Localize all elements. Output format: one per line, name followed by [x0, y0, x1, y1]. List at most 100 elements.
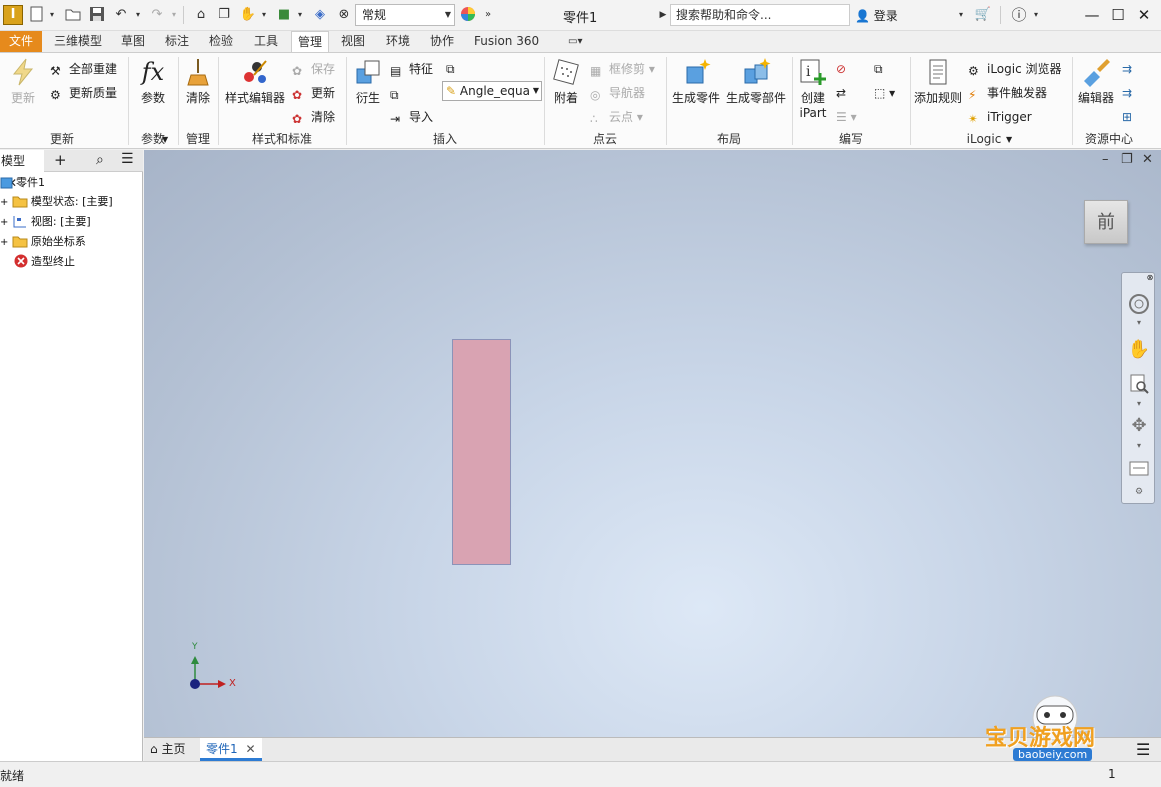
- appearance-icon[interactable]: ◈: [310, 6, 330, 24]
- insert-feature-button[interactable]: ▤ 特征: [390, 60, 433, 78]
- select-icon[interactable]: ✋: [238, 6, 258, 24]
- open-folder-icon[interactable]: [64, 6, 82, 24]
- browser-tab-model[interactable]: 模型 ✕: [0, 150, 44, 190]
- tab-view[interactable]: 视图: [335, 31, 371, 52]
- tab-annotate[interactable]: 标注: [159, 31, 195, 52]
- content-table-icon[interactable]: ⊞: [1122, 108, 1132, 126]
- chevron-down-icon[interactable]: ▾: [1127, 318, 1151, 328]
- app-logo[interactable]: I: [3, 5, 23, 25]
- viewport-minimize-icon[interactable]: –: [1102, 152, 1109, 167]
- unshare-icon[interactable]: ⊘: [836, 60, 846, 78]
- close-button[interactable]: ✕: [1132, 4, 1156, 26]
- steering-wheel-icon[interactable]: [1127, 293, 1151, 317]
- panel-label-ilogic[interactable]: iLogic: [956, 131, 1012, 147]
- maximize-button[interactable]: ☐: [1106, 4, 1130, 26]
- tab-collaborate[interactable]: 协作: [424, 31, 460, 52]
- redo-icon[interactable]: ↷: [146, 6, 168, 24]
- save-icon[interactable]: [88, 6, 106, 24]
- tree-item-origin[interactable]: + 原始坐标系: [0, 233, 86, 251]
- tab-part1[interactable]: 零件1 ✕: [200, 738, 262, 761]
- tree-item-part[interactable]: 零件1: [0, 174, 45, 192]
- tree-item-end-of-part[interactable]: 造型终止: [14, 253, 75, 271]
- sketch-rectangle[interactable]: [452, 339, 511, 565]
- shape-icon[interactable]: ⬚ ▾: [874, 84, 895, 102]
- tab-inspect[interactable]: 检验: [203, 31, 239, 52]
- cart-icon[interactable]: 🛒: [973, 6, 993, 24]
- content-copy-icon[interactable]: ⇉: [1122, 84, 1132, 102]
- purge-styles-button[interactable]: ✿ 清除: [292, 108, 335, 126]
- login-button[interactable]: 👤 登录: [855, 7, 898, 24]
- chevron-right-icon[interactable]: ▶: [658, 6, 668, 24]
- purge-button[interactable]: 清除: [182, 57, 214, 106]
- style-editor-button[interactable]: 样式编辑器: [222, 57, 288, 106]
- material-icon[interactable]: ■: [274, 6, 294, 24]
- component-icon[interactable]: ⧉: [874, 60, 883, 78]
- add-tab-icon[interactable]: +: [54, 151, 67, 169]
- help-icon[interactable]: ⓘ: [1008, 6, 1030, 24]
- orbit-icon[interactable]: ✥: [1127, 415, 1151, 439]
- tab-manage[interactable]: 管理: [291, 31, 330, 52]
- account-dropdown-icon[interactable]: ▾: [956, 6, 966, 24]
- navbar-options-icon[interactable]: ⚙: [1127, 487, 1151, 499]
- update-button[interactable]: 更新: [6, 57, 40, 106]
- publish-icon[interactable]: ⇄: [836, 84, 846, 102]
- copy-window-icon[interactable]: ❐: [214, 6, 234, 24]
- angle-parameter-select[interactable]: ✎ Angle_equa ▼: [442, 81, 542, 101]
- import-button[interactable]: ⇥ 导入: [390, 108, 433, 126]
- itrigger-button[interactable]: ✴ iTrigger: [968, 108, 1032, 126]
- chevron-down-icon[interactable]: ▾: [1127, 399, 1151, 409]
- menu-icon[interactable]: ☰: [1136, 740, 1150, 759]
- material-dropdown-icon[interactable]: ▾: [296, 6, 304, 24]
- home-icon[interactable]: ⌂: [191, 6, 211, 24]
- parameters-dropdown-icon[interactable]: ▼: [162, 131, 168, 149]
- event-trigger-button[interactable]: ⚡ 事件触发器: [968, 84, 1047, 102]
- pan-icon[interactable]: ✋: [1127, 339, 1151, 363]
- cloud-points-button[interactable]: ∴ 云点 ▾: [590, 108, 643, 126]
- attach-button[interactable]: 附着: [548, 57, 584, 106]
- ilogic-browser-button[interactable]: ⚙ iLogic 浏览器: [968, 60, 1062, 78]
- undo-dropdown-icon[interactable]: ▾: [134, 6, 142, 24]
- viewport-close-icon[interactable]: ✕: [1142, 152, 1153, 167]
- style-select[interactable]: 常规 ▼: [355, 4, 455, 26]
- new-file-icon[interactable]: [28, 6, 46, 24]
- update-styles-button[interactable]: ✿ 更新: [292, 84, 335, 102]
- table-icon[interactable]: ☰ ▾: [836, 108, 857, 126]
- new-dropdown-icon[interactable]: ▾: [48, 6, 56, 24]
- clear-appearance-icon[interactable]: ⊗: [334, 6, 354, 24]
- insert-object-button[interactable]: ⧉: [390, 84, 409, 102]
- color-wheel-icon[interactable]: [458, 6, 478, 24]
- crop-button[interactable]: ▦ 框修剪 ▾: [590, 60, 655, 78]
- zoom-icon[interactable]: [1127, 373, 1151, 397]
- content-publish-icon[interactable]: ⇉: [1122, 60, 1132, 78]
- tree-item-model-state[interactable]: + 模型状态: [主要]: [0, 193, 113, 211]
- tab-home[interactable]: ⌂ 主页: [144, 738, 191, 761]
- tab-sketch[interactable]: 草图: [115, 31, 151, 52]
- expand-icon[interactable]: +: [0, 197, 8, 208]
- tab-environments[interactable]: 环境: [380, 31, 416, 52]
- select-dropdown-icon[interactable]: ▾: [260, 6, 268, 24]
- close-icon[interactable]: ✕: [245, 742, 255, 756]
- parameters-button[interactable]: fx 参数: [134, 57, 172, 106]
- ilogic-dropdown-icon[interactable]: ▼: [1006, 131, 1012, 149]
- content-editor-button[interactable]: 编辑器: [1076, 57, 1116, 106]
- expand-icon[interactable]: +: [0, 217, 8, 228]
- minimize-button[interactable]: —: [1080, 4, 1104, 26]
- navigator-button[interactable]: ◎ 导航器: [590, 84, 645, 102]
- help-dropdown-icon[interactable]: ▾: [1031, 6, 1041, 24]
- make-components-button[interactable]: 生成零部件: [724, 57, 788, 106]
- make-part-button[interactable]: 生成零件: [670, 57, 722, 106]
- tab-3d-model[interactable]: 三维模型: [48, 31, 108, 52]
- redo-dropdown-icon[interactable]: ▾: [170, 6, 178, 24]
- create-ipart-button[interactable]: i 创建 iPart: [796, 57, 830, 120]
- add-rule-button[interactable]: 添加规则: [912, 57, 964, 106]
- expand-icon[interactable]: +: [0, 237, 8, 248]
- viewcube[interactable]: 前: [1084, 200, 1128, 244]
- search-icon[interactable]: ⌕: [96, 152, 104, 168]
- chevron-down-icon[interactable]: ▾: [1127, 441, 1151, 451]
- ribbon-display-toggle-icon[interactable]: ▭▾: [562, 31, 588, 52]
- update-mass-button[interactable]: ⚙ 更新质量: [50, 84, 117, 102]
- undo-icon[interactable]: ↶: [110, 6, 132, 24]
- viewport-restore-icon[interactable]: ❐: [1121, 152, 1133, 167]
- save-styles-button[interactable]: ✿ 保存: [292, 60, 335, 78]
- expand-toolbar-icon[interactable]: »: [481, 6, 495, 24]
